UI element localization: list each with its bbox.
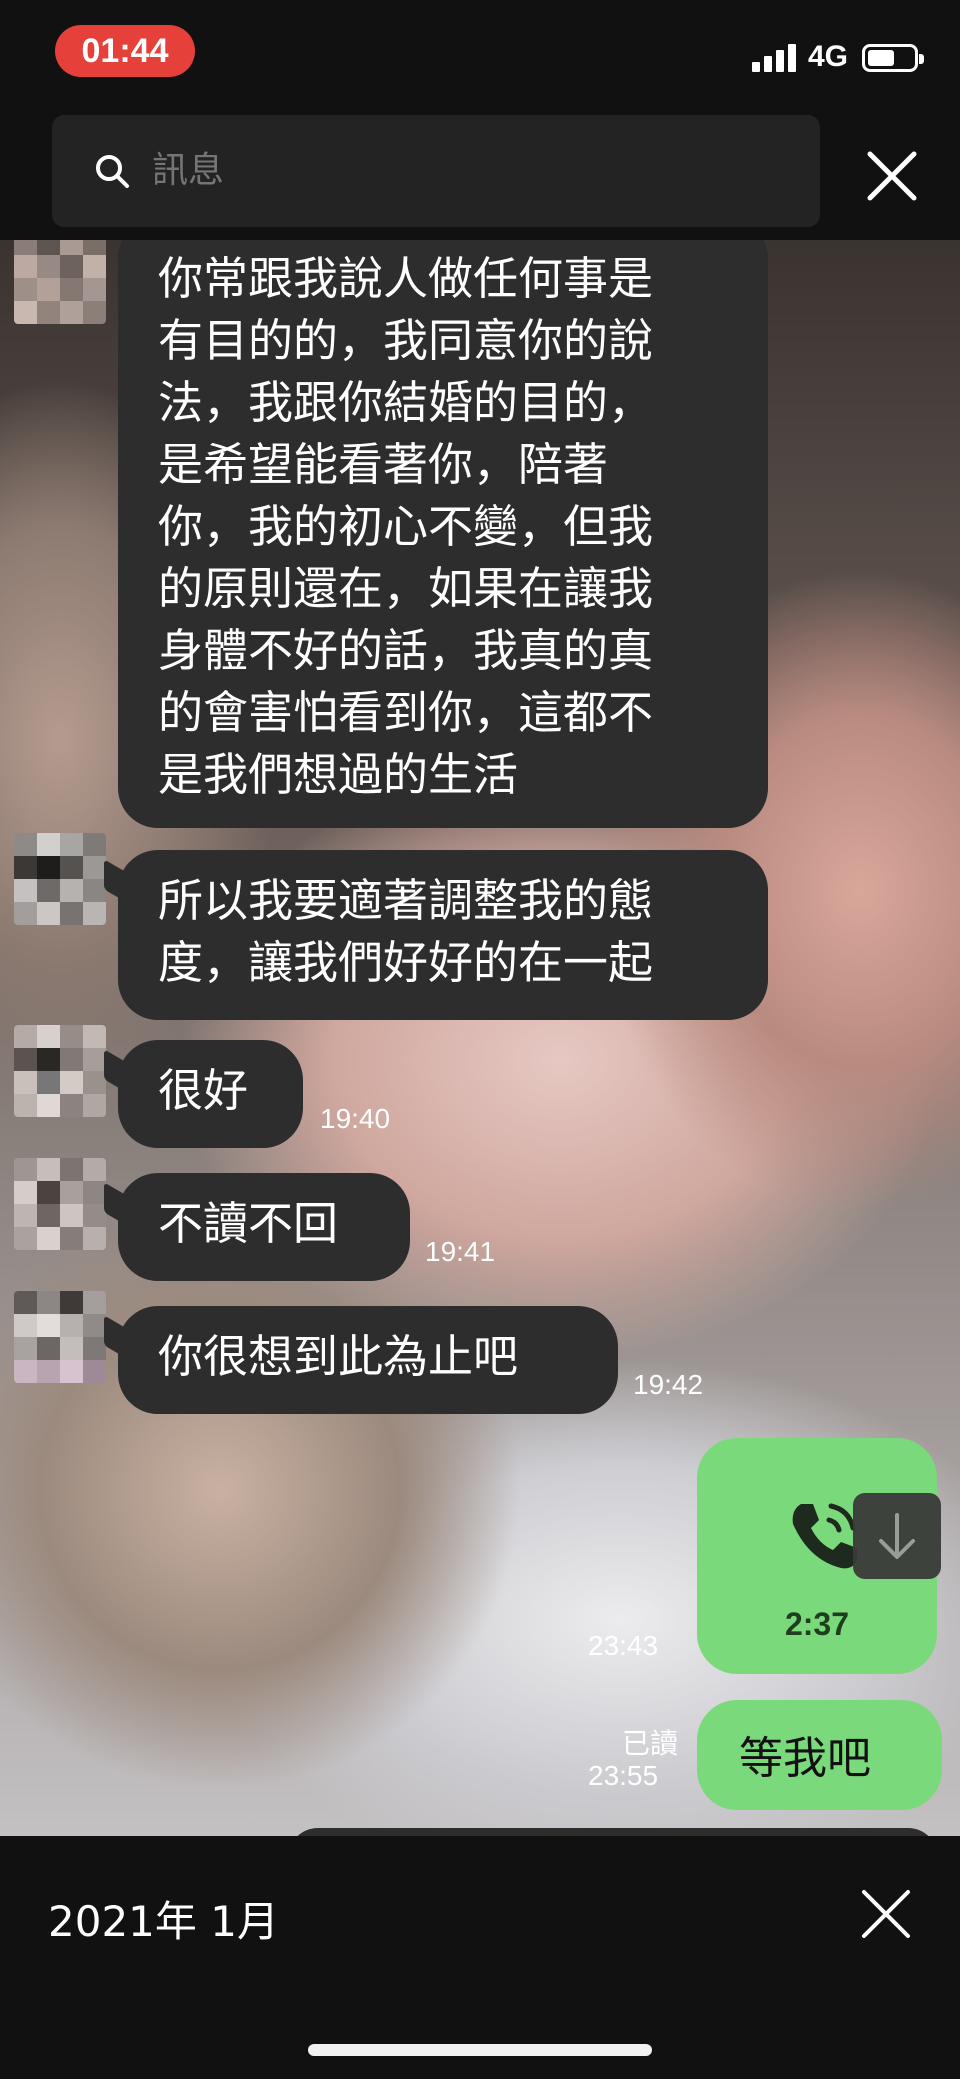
- call-duration: 2:37: [784, 1606, 850, 1642]
- search-bar: [0, 110, 960, 240]
- message-bubble[interactable]: 所以我要適著調整我的態 度，讓我們好好的在一起: [104, 850, 768, 1020]
- home-indicator: [308, 2044, 652, 2056]
- message-line: 度，讓我們好好的在一起: [158, 936, 654, 989]
- avatar[interactable]: [14, 833, 106, 925]
- close-search-icon[interactable]: [862, 146, 922, 206]
- message-bubble[interactable]: 你常跟我說人做任何事是 有目的的，我同意你的說 法，我跟你結婚的目的， 是希望能…: [118, 240, 768, 828]
- message-bubble[interactable]: 不讀不回: [104, 1173, 410, 1281]
- avatar[interactable]: [14, 1158, 106, 1250]
- message-time: 23:43: [588, 1630, 659, 1661]
- message-bubble: [288, 1828, 938, 1836]
- message-line: 你，我的初心不變，但我: [158, 500, 654, 553]
- read-receipt: 已讀: [621, 1727, 678, 1760]
- status-bar: 01:44 4G: [0, 0, 960, 110]
- message-time: 23:55: [588, 1760, 659, 1791]
- message-text: 等我吧: [739, 1733, 871, 1784]
- avatar[interactable]: [14, 1291, 106, 1383]
- message-bubble[interactable]: 你很想到此為止吧: [104, 1306, 618, 1414]
- message-line: 的原則還在，如果在讓我: [158, 562, 654, 615]
- message-line: 的會害怕看到你，這都不: [158, 686, 654, 739]
- battery-fill: [868, 50, 894, 66]
- search-icon: [96, 155, 129, 188]
- signal-strength-icon: [752, 44, 800, 72]
- battery-icon: [862, 44, 924, 72]
- avatar[interactable]: [14, 240, 106, 324]
- message-line: 法，我跟你結婚的目的，: [158, 376, 654, 429]
- avatar[interactable]: [14, 1025, 106, 1117]
- message-line: 所以我要適著調整我的態: [158, 874, 654, 927]
- date-label[interactable]: 2021年 1月: [48, 1888, 279, 1949]
- message-text: 很好: [158, 1064, 249, 1117]
- network-type: 4G: [808, 40, 849, 73]
- search-field[interactable]: [52, 115, 820, 227]
- status-time: 01:44: [55, 25, 195, 77]
- message-time: 19:41: [425, 1236, 496, 1267]
- message-line: 是希望能看著你，陪著: [158, 438, 609, 491]
- message-line: 你常跟我說人做任何事是: [158, 252, 654, 305]
- message-line: 有目的的，我同意你的說: [158, 314, 654, 367]
- message-line: 是我們想過的生活: [158, 748, 519, 801]
- message-text: 你很想到此為止吧: [158, 1330, 519, 1383]
- message-bubble[interactable]: 等我吧: [697, 1700, 942, 1810]
- footer-bar: 2021年 1月: [0, 1836, 960, 2079]
- scroll-to-bottom-button[interactable]: [853, 1493, 941, 1579]
- message-text: 不讀不回: [158, 1197, 339, 1250]
- message-time: 19:42: [633, 1369, 704, 1400]
- message-time: 19:40: [320, 1103, 391, 1134]
- message-bubble[interactable]: 很好: [104, 1040, 303, 1148]
- message-line: 身體不好的話，我真的真: [158, 624, 654, 677]
- search-input[interactable]: [152, 115, 792, 227]
- arrow-down-icon: [879, 1513, 915, 1559]
- chat-area[interactable]: 你常跟我說人做任何事是 有目的的，我同意你的說 法，我跟你結婚的目的， 是希望能…: [0, 240, 960, 1836]
- close-icon[interactable]: [858, 1886, 914, 1942]
